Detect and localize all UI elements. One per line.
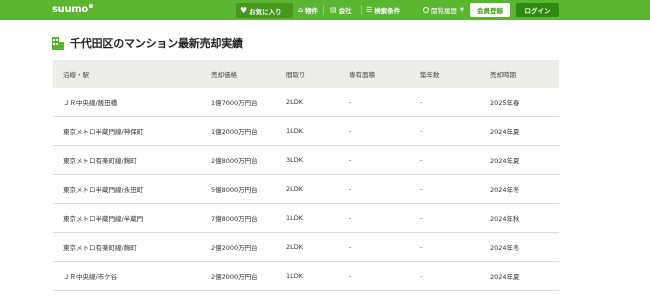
- favorites-label: お気に入り: [249, 7, 282, 16]
- cell-age: -: [420, 156, 423, 164]
- search-list-icon: ☰: [366, 6, 373, 14]
- header-sale-period: 売却時期: [490, 71, 516, 79]
- heart-icon: ♥: [240, 6, 248, 15]
- house-icon: ⌂: [298, 6, 304, 14]
- header-layout: 間取り: [286, 71, 306, 79]
- cell-period: 2024年冬: [490, 244, 520, 252]
- cell-age: -: [420, 214, 423, 222]
- page-heading: 千代田区のマンション最新売却実績: [52, 35, 243, 51]
- table-row: 東京メトロ有楽町線/麹町 2億2000万円台 2LDK - - 2024年冬: [53, 233, 559, 262]
- table-row: 東京メトロ半蔵門線/永田町 5億8000万円台 2LDK - - 2024年冬: [53, 175, 559, 204]
- header-price: 売却価格: [211, 71, 237, 79]
- cell-station: 東京メトロ有楽町線/麹町: [63, 157, 137, 165]
- sales-results-table: 沿線・駅 売却価格 間取り 専有面積 築年数 売却時期 ＪＲ中央線/飯田橋 1億…: [53, 60, 559, 291]
- building-icon: ▤: [330, 6, 337, 14]
- cell-period: 2024年秋: [490, 215, 520, 223]
- header-area: 専有面積: [349, 71, 375, 79]
- cell-period: 2024年夏: [490, 128, 520, 136]
- cell-station: 東京メトロ半蔵門線/神保町: [63, 128, 144, 136]
- cell-price: 2億2000万円台: [211, 273, 258, 281]
- register-button[interactable]: 会員登録: [470, 3, 510, 17]
- page-title: 千代田区のマンション最新売却実績: [70, 37, 243, 50]
- suumo-logo[interactable]: suumo: [52, 4, 93, 15]
- nav-company-label: 会社: [338, 7, 352, 15]
- table-header: 沿線・駅 売却価格 間取り 専有面積 築年数 売却時期: [53, 60, 559, 88]
- table-row: 東京メトロ半蔵門線/半蔵門 7億8000万円台 1LDK - - 2024年秋: [53, 204, 559, 233]
- caret-down-icon: ▼: [460, 7, 464, 13]
- nav-property[interactable]: ⌂ 物件: [298, 5, 318, 15]
- cell-period: 2024年冬: [490, 186, 520, 194]
- building-icon: [52, 36, 64, 50]
- cell-age: -: [420, 243, 423, 251]
- header-line-station: 沿線・駅: [63, 71, 89, 79]
- cell-price: 1億7000万円台: [211, 99, 258, 107]
- clock-icon: [423, 7, 429, 13]
- cell-age: -: [420, 127, 423, 135]
- recent-history-menu[interactable]: 閲覧履歴 ▼: [423, 5, 464, 15]
- cell-area: -: [349, 98, 352, 106]
- cell-station: 東京メトロ半蔵門線/永田町: [63, 186, 144, 194]
- nav-saved-search[interactable]: ☰ 検索条件: [366, 5, 400, 15]
- cell-station: ＪＲ中央線/飯田橋: [63, 99, 118, 107]
- table-row: ＪＲ中央線/飯田橋 1億7000万円台 2LDK - - 2025年春: [53, 88, 559, 117]
- cell-station: 東京メトロ有楽町線/麹町: [63, 244, 137, 252]
- cell-area: -: [349, 214, 352, 222]
- cell-period: 2025年春: [490, 99, 520, 107]
- table-row: 東京メトロ有楽町線/麹町 2億8000万円台 3LDK - - 2024年夏: [53, 146, 559, 175]
- nav-property-label: 物件: [305, 7, 319, 15]
- nav-saved-search-label: 検索条件: [374, 7, 401, 15]
- cell-area: -: [349, 272, 352, 280]
- cell-area: -: [349, 243, 352, 251]
- cell-age: -: [420, 272, 423, 280]
- cell-price: 2億8000万円台: [211, 157, 258, 165]
- cell-station: 東京メトロ半蔵門線/半蔵門: [63, 215, 144, 223]
- login-button[interactable]: ログイン: [516, 3, 559, 17]
- cell-price: 5億8000万円台: [211, 186, 258, 194]
- site-header: suumo ♥ お気に入り ⌂ 物件 ▤ 会社 ☰ 検索条件 閲覧履歴 ▼ 会員…: [0, 0, 650, 20]
- cell-age: -: [420, 98, 423, 106]
- cell-layout: 2LDK: [286, 98, 304, 106]
- cell-period: 2024年夏: [490, 157, 520, 165]
- nav-divider: [323, 5, 324, 15]
- cell-layout: 2LDK: [286, 243, 304, 251]
- table-row: ＪＲ中央線/市ケ谷 2億2000万円台 1LDK - - 2024年夏: [53, 262, 559, 291]
- recent-history-label: 閲覧履歴: [431, 7, 457, 15]
- cell-area: -: [349, 156, 352, 164]
- table-row: 東京メトロ半蔵門線/神保町 1億2000万円台 1LDK - - 2024年夏: [53, 117, 559, 146]
- nav-divider: [361, 5, 362, 15]
- cell-price: 1億2000万円台: [211, 128, 258, 136]
- cell-station: ＪＲ中央線/市ケ谷: [63, 273, 118, 281]
- cell-period: 2024年夏: [490, 273, 520, 281]
- cell-layout: 1LDK: [286, 214, 304, 222]
- cell-age: -: [420, 185, 423, 193]
- cell-layout: 1LDK: [286, 127, 304, 135]
- cell-area: -: [349, 127, 352, 135]
- cell-price: 7億8000万円台: [211, 215, 258, 223]
- cell-layout: 1LDK: [286, 272, 304, 280]
- cell-area: -: [349, 185, 352, 193]
- nav-company[interactable]: ▤ 会社: [330, 5, 352, 15]
- cell-layout: 3LDK: [286, 156, 304, 164]
- cell-price: 2億2000万円台: [211, 244, 258, 252]
- header-age: 築年数: [420, 71, 440, 79]
- favorites-button[interactable]: ♥ お気に入り: [236, 3, 293, 18]
- cell-layout: 2LDK: [286, 185, 304, 193]
